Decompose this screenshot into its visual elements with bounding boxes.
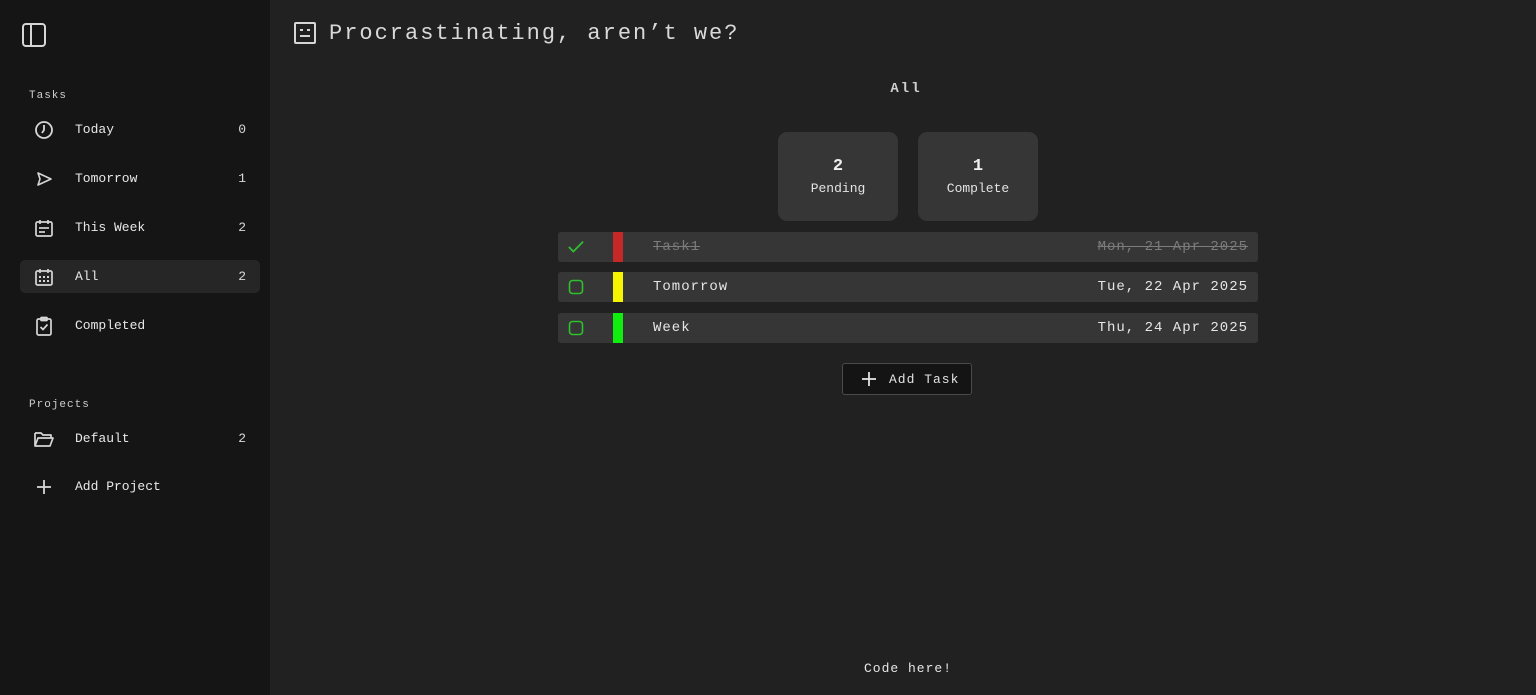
main-content: Procrastinating, aren’t we? All 2 Pendin… <box>270 0 1536 695</box>
app-window: Tasks Today 0 Tomorrow 1 This Week 2 All… <box>0 0 1536 695</box>
sidebar-item-this-week[interactable]: This Week 2 <box>20 211 260 244</box>
sidebar-item-today[interactable]: Today 0 <box>20 113 260 146</box>
stat-card-pending: 2 Pending <box>778 132 898 221</box>
stat-number: 2 <box>832 157 844 176</box>
task-name[interactable]: Week <box>653 320 691 336</box>
checkbox-icon[interactable] <box>568 279 584 295</box>
calendar-week-icon <box>33 217 55 239</box>
task-date: Thu, 24 Apr 2025 <box>1097 320 1248 336</box>
sidebar: Tasks Today 0 Tomorrow 1 This Week 2 All… <box>0 0 270 695</box>
sidebar-item-label: Default <box>75 431 130 446</box>
clock-icon <box>33 119 55 141</box>
plus-icon <box>861 371 877 387</box>
stat-label: Complete <box>946 181 1010 196</box>
sidebar-item-count: 2 <box>238 269 246 284</box>
priority-indicator <box>613 272 623 302</box>
clipboard-check-icon <box>33 315 55 337</box>
checkmark-icon[interactable] <box>568 239 584 255</box>
folder-open-icon <box>33 428 55 450</box>
plus-icon <box>33 476 55 498</box>
sidebar-item-label: Completed <box>75 318 146 333</box>
add-task-button[interactable]: Add Task <box>842 363 972 395</box>
sidebar-item-count: 1 <box>238 171 246 186</box>
sidebar-item-tomorrow[interactable]: Tomorrow 1 <box>20 162 260 195</box>
page-header: Procrastinating, aren’t we? <box>292 20 739 46</box>
add-task-label: Add Task <box>889 371 960 387</box>
stat-card-complete: 1 Complete <box>918 132 1038 221</box>
sidebar-item-count: 2 <box>238 220 246 235</box>
task-date: Mon, 21 Apr 2025 <box>1097 239 1248 255</box>
stat-number: 1 <box>972 157 984 176</box>
add-project-button[interactable]: Add Project <box>20 470 260 503</box>
code-here-link[interactable]: Code here! <box>270 661 1536 676</box>
priority-indicator <box>613 313 623 343</box>
stat-label: Pending <box>810 181 866 196</box>
calendar-grid-icon <box>33 266 55 288</box>
priority-indicator <box>613 232 623 262</box>
page-title: Procrastinating, aren’t we? <box>329 20 740 46</box>
checkbox-icon[interactable] <box>568 320 584 336</box>
sidebar-item-label: All <box>75 269 99 284</box>
sidebar-item-completed[interactable]: Completed <box>20 309 260 342</box>
send-arrow-icon <box>33 168 55 190</box>
task-name[interactable]: Task1 <box>653 239 700 255</box>
sidebar-item-label: Tomorrow <box>75 171 138 186</box>
task-date: Tue, 22 Apr 2025 <box>1097 279 1248 295</box>
emoticon-face-icon <box>292 20 318 46</box>
tasks-section-label: Tasks <box>29 90 68 102</box>
task-row[interactable]: Tomorrow Tue, 22 Apr 2025 <box>558 272 1258 302</box>
task-name[interactable]: Tomorrow <box>653 279 728 295</box>
sidebar-item-count: 0 <box>238 122 246 137</box>
add-project-label: Add Project <box>75 479 161 494</box>
sidebar-panel-icon[interactable] <box>20 21 48 49</box>
sidebar-item-label: Today <box>75 122 115 137</box>
projects-section-label: Projects <box>29 399 90 411</box>
view-title: All <box>890 81 922 97</box>
sidebar-item-label: This Week <box>75 220 146 235</box>
sidebar-item-count: 2 <box>238 431 246 446</box>
task-row[interactable]: Week Thu, 24 Apr 2025 <box>558 313 1258 343</box>
task-row[interactable]: Task1 Mon, 21 Apr 2025 <box>558 232 1258 262</box>
sidebar-item-project-default[interactable]: Default 2 <box>20 422 260 455</box>
sidebar-item-all[interactable]: All 2 <box>20 260 260 293</box>
